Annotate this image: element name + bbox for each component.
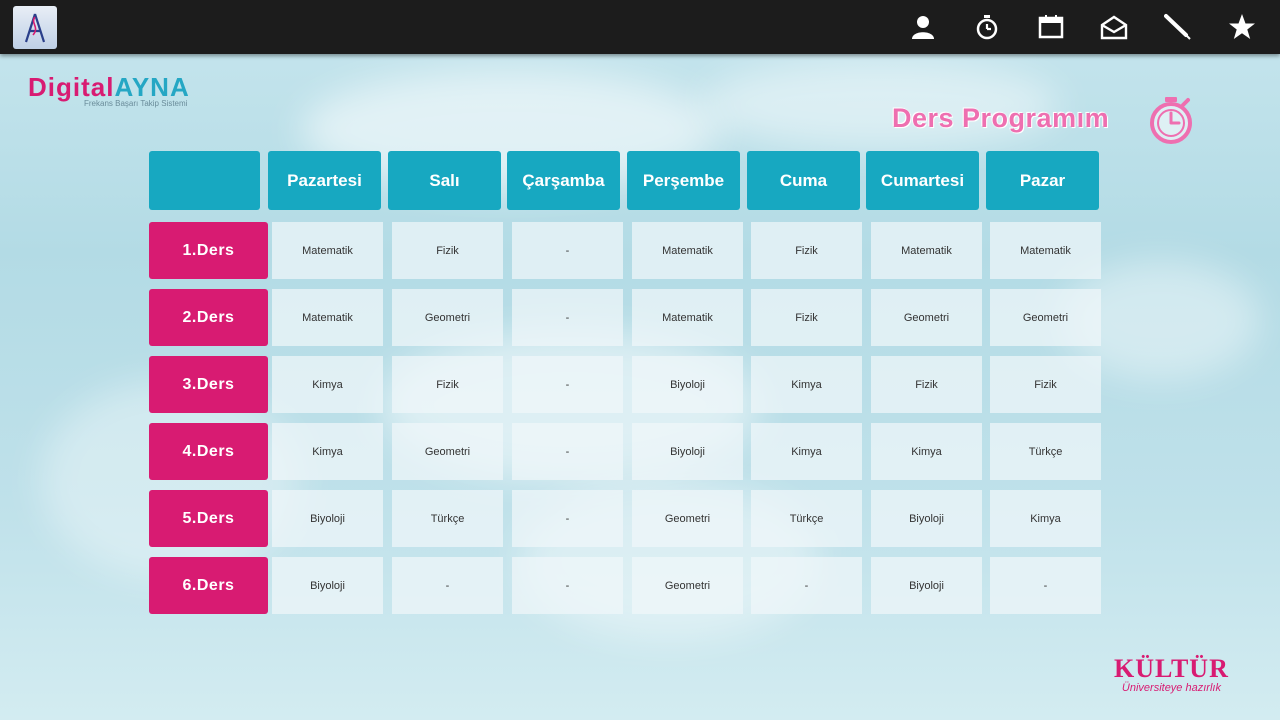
- day-header: Pazartesi: [268, 151, 381, 210]
- pen-icon[interactable]: [1164, 13, 1192, 41]
- lesson-label: 2.Ders: [149, 289, 268, 346]
- schedule-cell[interactable]: Türkçe: [751, 490, 862, 547]
- top-action-bar: [0, 0, 1280, 54]
- day-header: Perşembe: [627, 151, 740, 210]
- brand-logo: DigitalAYNA Frekans Başarı Takip Sistemi: [28, 74, 190, 108]
- schedule-cell[interactable]: Fizik: [871, 356, 982, 413]
- schedule-cell[interactable]: Biyoloji: [871, 490, 982, 547]
- brand-subtitle: Frekans Başarı Takip Sistemi: [84, 99, 188, 108]
- schedule-cell[interactable]: Geometri: [632, 490, 743, 547]
- schedule-cell[interactable]: Matematik: [632, 289, 743, 346]
- schedule-cell[interactable]: -: [512, 222, 623, 279]
- schedule-cell[interactable]: -: [512, 356, 623, 413]
- schedule-cell[interactable]: Biyoloji: [632, 423, 743, 480]
- schedule-cell[interactable]: Geometri: [632, 557, 743, 614]
- schedule-cell[interactable]: -: [512, 557, 623, 614]
- stopwatch-title-icon: [1146, 95, 1196, 145]
- schedule-cell[interactable]: Biyoloji: [272, 490, 383, 547]
- schedule-cell[interactable]: Fizik: [392, 356, 503, 413]
- day-header: Çarşamba: [507, 151, 620, 210]
- schedule-cell[interactable]: Matematik: [871, 222, 982, 279]
- day-header: Cumartesi: [866, 151, 979, 210]
- schedule-cell[interactable]: -: [751, 557, 862, 614]
- kultur-logo: KÜLTÜR Üniversiteye hazırlık: [1114, 654, 1229, 695]
- schedule-cell[interactable]: Kimya: [751, 423, 862, 480]
- schedule-cell[interactable]: Biyoloji: [871, 557, 982, 614]
- schedule-cell[interactable]: -: [990, 557, 1101, 614]
- star-icon[interactable]: [1228, 13, 1256, 41]
- schedule-cell[interactable]: -: [512, 289, 623, 346]
- schedule-cell[interactable]: Türkçe: [392, 490, 503, 547]
- schedule-cell[interactable]: Fizik: [751, 222, 862, 279]
- lesson-label: 1.Ders: [149, 222, 268, 279]
- schedule-cell[interactable]: Biyoloji: [272, 557, 383, 614]
- lesson-label: 5.Ders: [149, 490, 268, 547]
- app-logo-icon[interactable]: [13, 6, 57, 49]
- schedule-cell[interactable]: Geometri: [392, 423, 503, 480]
- mail-icon[interactable]: [1100, 13, 1128, 41]
- schedule-cell[interactable]: Fizik: [392, 222, 503, 279]
- schedule-cell[interactable]: Kimya: [272, 423, 383, 480]
- schedule-cell[interactable]: Matematik: [272, 222, 383, 279]
- schedule-cell[interactable]: Kimya: [751, 356, 862, 413]
- calendar-icon[interactable]: [1037, 13, 1065, 41]
- schedule-cell[interactable]: Geometri: [392, 289, 503, 346]
- table-corner: [149, 151, 260, 210]
- schedule-cell[interactable]: Biyoloji: [632, 356, 743, 413]
- kultur-logo-tagline: Üniversiteye hazırlık: [1121, 682, 1221, 694]
- schedule-cell[interactable]: -: [512, 423, 623, 480]
- schedule-cell[interactable]: -: [392, 557, 503, 614]
- schedule-cell[interactable]: Geometri: [990, 289, 1101, 346]
- schedule-cell[interactable]: Türkçe: [990, 423, 1101, 480]
- schedule-cell[interactable]: Kimya: [272, 356, 383, 413]
- profile-icon[interactable]: [909, 13, 937, 41]
- schedule-cell[interactable]: Fizik: [751, 289, 862, 346]
- lesson-label: 3.Ders: [149, 356, 268, 413]
- brand-name-part1: Digital: [28, 72, 115, 102]
- day-header: Cuma: [747, 151, 860, 210]
- schedule-cell[interactable]: Matematik: [272, 289, 383, 346]
- schedule-cell[interactable]: -: [512, 490, 623, 547]
- stopwatch-icon[interactable]: [973, 13, 1001, 41]
- brand-name-part2: AYNA: [114, 72, 190, 102]
- schedule-cell[interactable]: Matematik: [990, 222, 1101, 279]
- kultur-logo-name: KÜLTÜR: [1114, 654, 1229, 683]
- lesson-label: 4.Ders: [149, 423, 268, 480]
- schedule-cell[interactable]: Matematik: [632, 222, 743, 279]
- page-title: Ders Programım: [892, 103, 1110, 133]
- schedule-cell[interactable]: Fizik: [990, 356, 1101, 413]
- schedule-cell[interactable]: Kimya: [871, 423, 982, 480]
- lesson-label: 6.Ders: [149, 557, 268, 614]
- day-header: Pazar: [986, 151, 1099, 210]
- day-header: Salı: [388, 151, 501, 210]
- schedule-cell[interactable]: Kimya: [990, 490, 1101, 547]
- schedule-cell[interactable]: Geometri: [871, 289, 982, 346]
